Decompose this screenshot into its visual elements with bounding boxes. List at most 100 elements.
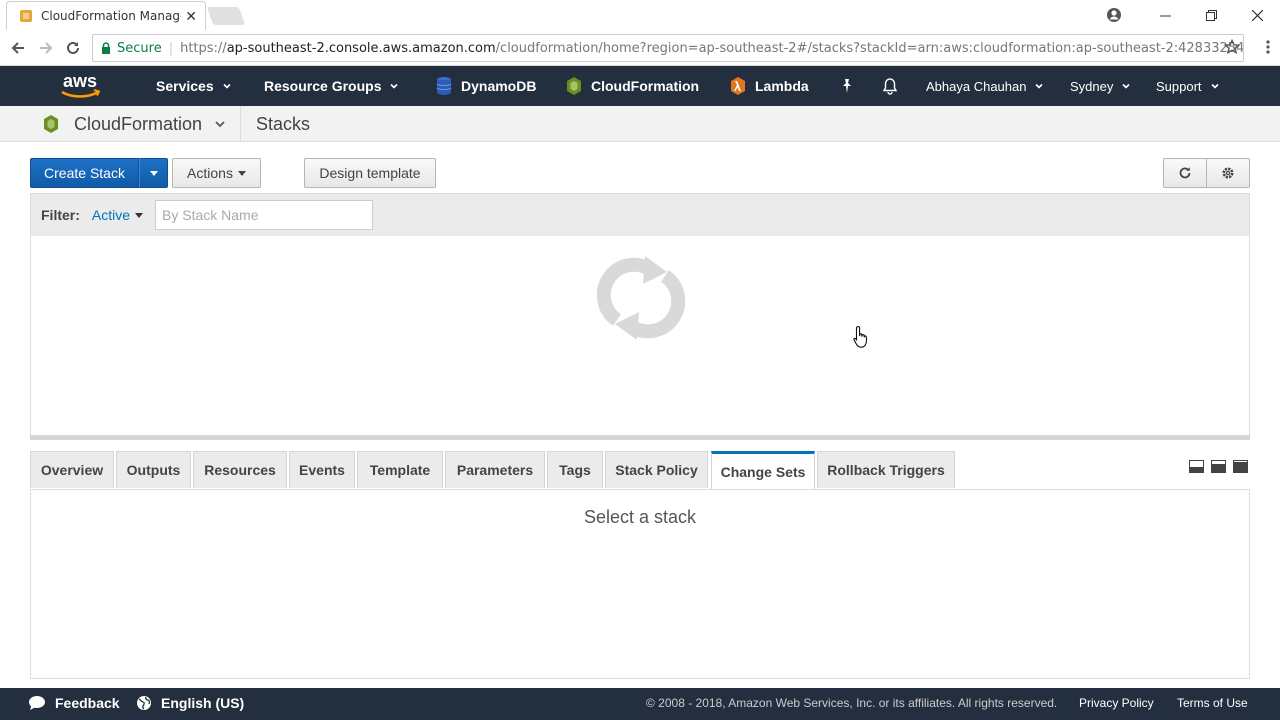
language-selector[interactable]: English (US) — [136, 688, 244, 718]
pin-icon[interactable] — [840, 66, 854, 106]
shortcut-cloudformation[interactable]: CloudFormation — [565, 66, 699, 106]
tab-resources[interactable]: Resources — [193, 451, 287, 488]
menu-icon[interactable] — [1266, 39, 1270, 55]
empty-state-message: Select a stack — [583, 507, 697, 527]
actions-button[interactable]: Actions — [172, 158, 261, 188]
aws-logo[interactable]: aws — [58, 72, 102, 100]
profile-icon[interactable] — [1106, 7, 1122, 23]
tab-stack-policy[interactable]: Stack Policy — [605, 451, 708, 488]
chevron-down-icon — [1122, 83, 1130, 89]
stack-name-filter-input[interactable] — [155, 200, 374, 230]
shortcut-cloudformation-label: CloudFormation — [591, 78, 700, 94]
settings-button[interactable] — [1206, 158, 1250, 188]
forward-icon[interactable] — [36, 38, 56, 58]
services-menu[interactable]: Services — [156, 66, 231, 106]
shortcut-lambda-label: Lambda — [755, 78, 809, 94]
language-label: English (US) — [161, 695, 245, 711]
support-menu[interactable]: Support — [1156, 66, 1219, 106]
privacy-policy-link[interactable]: Privacy Policy — [1079, 688, 1154, 718]
tab-label: Rollback Triggers — [827, 462, 945, 478]
url-host: ap-southeast-2.console.aws.amazon.com — [226, 40, 496, 56]
shortcut-lambda[interactable]: Lambda — [729, 66, 809, 106]
caret-down-icon — [135, 212, 144, 218]
tab-rollback-triggers[interactable]: Rollback Triggers — [817, 451, 955, 488]
lock-icon — [101, 42, 111, 54]
user-name: Abhaya Chauhan — [926, 78, 1027, 94]
tab-label: Stack Policy — [615, 462, 698, 478]
lambda-icon — [729, 76, 747, 96]
layout-bottom-icon[interactable] — [1189, 460, 1204, 473]
page-title: Stacks — [256, 113, 311, 134]
close-icon[interactable]: ✕ — [185, 8, 197, 25]
url-path: /cloudformation/home?region=ap-southeast… — [495, 40, 1244, 56]
cloudformation-icon — [565, 76, 583, 96]
chevron-down-icon — [390, 83, 399, 89]
bell-icon[interactable] — [882, 66, 898, 106]
tab-outputs[interactable]: Outputs — [116, 451, 191, 488]
back-icon[interactable] — [8, 38, 28, 58]
refresh-icon — [1179, 167, 1191, 179]
terms-of-use-link[interactable]: Terms of Use — [1177, 688, 1248, 718]
filter-status-dropdown[interactable]: Active — [91, 207, 144, 223]
url-scheme: https:// — [180, 40, 227, 56]
tab-events[interactable]: Events — [289, 451, 355, 488]
tab-tags[interactable]: Tags — [547, 451, 603, 488]
chevron-down-icon — [1035, 83, 1044, 89]
tab-template[interactable]: Template — [357, 451, 443, 488]
new-tab-button[interactable] — [206, 7, 246, 25]
address-bar: Secure | https://ap-southeast-2.console.… — [0, 30, 1280, 66]
tab-label: Change Sets — [720, 464, 806, 480]
aws-logo-text: aws — [63, 72, 97, 91]
panel-resize-handle[interactable] — [30, 435, 1250, 440]
minimize-icon[interactable] — [1142, 0, 1188, 30]
tab-parameters[interactable]: Parameters — [445, 451, 545, 488]
user-menu[interactable]: Abhaya Chauhan — [926, 66, 1044, 106]
resource-groups-menu[interactable]: Resource Groups — [264, 66, 399, 106]
create-stack-label: Create Stack — [44, 165, 125, 181]
chevron-down-icon — [215, 121, 225, 128]
close-window-icon[interactable] — [1234, 0, 1280, 30]
stacks-panel: Filter: Active — [30, 193, 1250, 438]
resource-groups-label: Resource Groups — [264, 78, 382, 94]
create-stack-button[interactable]: Create Stack — [30, 158, 139, 188]
speech-bubble-icon — [28, 695, 46, 711]
tab-label: Outputs — [126, 462, 181, 478]
secure-label: Secure — [117, 40, 162, 56]
design-template-button[interactable]: Design template — [304, 158, 436, 188]
filter-label: Filter: — [41, 207, 80, 223]
gear-icon — [1222, 167, 1234, 179]
tab-label: Overview — [40, 462, 104, 478]
feedback-link[interactable]: Feedback — [28, 688, 120, 718]
chevron-down-icon — [223, 83, 231, 89]
tab-label: Tags — [559, 462, 591, 478]
layout-toggle-group — [1189, 460, 1248, 473]
browser-tab[interactable]: CloudFormation Management Console ✕ — [6, 1, 206, 30]
shortcut-dynamodb[interactable]: DynamoDB — [435, 66, 536, 106]
filter-status-value: Active — [91, 207, 131, 223]
refresh-button[interactable] — [1163, 158, 1207, 188]
caret-down-icon — [237, 170, 246, 176]
reload-icon[interactable] — [63, 38, 83, 58]
cloudformation-icon — [42, 114, 60, 134]
star-icon[interactable] — [1224, 39, 1240, 55]
design-template-label: Design template — [319, 165, 421, 181]
tab-title: CloudFormation Management Console — [41, 9, 181, 23]
region-menu[interactable]: Sydney — [1070, 66, 1130, 106]
chevron-down-icon — [1210, 83, 1219, 89]
tab-overview[interactable]: Overview — [30, 451, 114, 488]
feedback-label: Feedback — [55, 695, 120, 711]
console-footer: Feedback English (US) © 2008 - 2018, Ama… — [0, 688, 1280, 720]
layout-split-icon[interactable] — [1211, 460, 1226, 473]
service-header: CloudFormation Stacks — [0, 106, 1280, 142]
create-stack-dropdown[interactable] — [139, 158, 168, 188]
layout-full-icon[interactable] — [1233, 460, 1248, 473]
tab-label: Resources — [204, 462, 276, 478]
maximize-icon[interactable] — [1188, 0, 1234, 30]
service-switcher[interactable]: CloudFormation — [42, 106, 226, 142]
actions-label: Actions — [187, 165, 233, 181]
region-name: Sydney — [1070, 78, 1114, 94]
dynamodb-icon — [435, 76, 453, 96]
tab-change-sets[interactable]: Change Sets — [711, 451, 815, 490]
url-input[interactable]: Secure | https://ap-southeast-2.console.… — [92, 34, 1244, 62]
services-label: Services — [156, 78, 214, 94]
